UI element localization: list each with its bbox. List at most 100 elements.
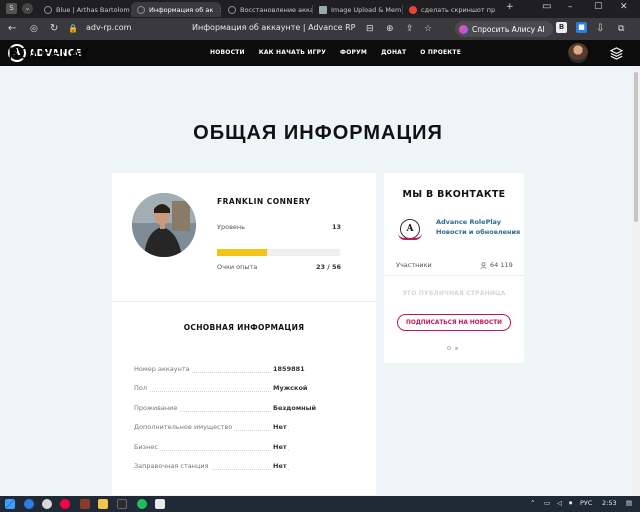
share-icon[interactable]: ⇪: [406, 23, 414, 35]
info-row-account-number: Номер аккаунта 1859881: [134, 365, 309, 375]
carousel-dot[interactable]: [447, 346, 451, 350]
info-row-residence: Проживание Бездомный: [134, 404, 317, 414]
microphone-icon[interactable]: ⏺: [569, 499, 572, 508]
info-value: Нет: [271, 462, 287, 470]
info-value: 1859881: [271, 365, 305, 373]
main-nav: НОВОСТИ КАК НАЧАТЬ ИГРУ ФОРУМ ДОНАТ О ПР…: [210, 49, 461, 56]
info-key: Проживание: [134, 404, 180, 412]
layers-icon[interactable]: [610, 47, 623, 60]
sidebar-toggle-icon[interactable]: ⧉: [618, 23, 624, 35]
chrome-icon[interactable]: [42, 499, 52, 509]
bookmark-page-icon[interactable]: ⊟: [366, 23, 374, 35]
browser-menu-icon[interactable]: S: [6, 3, 17, 14]
vk-public-note: ЭТО ПУБЛИЧНАЯ СТРАНИЦА: [402, 290, 506, 297]
url-text[interactable]: adv-rp.com: [86, 23, 131, 32]
tab-blue-arthas[interactable]: Blue | Arthas Bartolom: [38, 2, 130, 17]
windows-start-icon[interactable]: [5, 499, 15, 509]
tab-label: Blue | Arthas Bartolom: [56, 5, 130, 14]
info-key: Заправочная станция: [134, 462, 211, 470]
bookmark-icon[interactable]: ▭: [542, 1, 551, 12]
nav-forum[interactable]: ФОРУМ: [340, 49, 367, 56]
app-icon-green[interactable]: [137, 499, 147, 509]
alice-ai-button[interactable]: Спросить Алису AI: [455, 21, 553, 37]
dotted-leader: [134, 391, 289, 392]
maximize-icon[interactable]: ▢: [594, 1, 603, 11]
tabs-list-chevron-icon[interactable]: ⌄: [22, 3, 33, 14]
page-heading: ОБЩАЯ ИНФОРМАЦИЯ: [193, 122, 443, 144]
card-divider: [112, 301, 376, 302]
tab-screenshot-search[interactable]: сделать скриншот пр: [403, 2, 499, 17]
carousel-dot-active[interactable]: [455, 346, 458, 350]
reload-icon[interactable]: ↻: [50, 23, 58, 35]
tab-account-recovery[interactable]: Восстановление акка: [222, 2, 312, 17]
level-label: Уровень: [217, 223, 245, 231]
scrollbar-thumb[interactable]: [634, 72, 638, 222]
player-portrait-icon: [132, 193, 196, 257]
page-scrollbar[interactable]: [632, 66, 640, 496]
tab-close-icon[interactable]: ×: [219, 6, 221, 14]
nav-about[interactable]: О ПРОЕКТЕ: [420, 49, 461, 56]
yandex-browser-icon[interactable]: [60, 499, 70, 509]
tab-label: Восстановление акка: [240, 5, 312, 14]
protect-icon[interactable]: ◎: [30, 23, 38, 35]
clock[interactable]: 2:53: [602, 499, 617, 507]
vk-members[interactable]: 64 119: [480, 261, 513, 269]
info-key: Пол: [134, 384, 150, 392]
page-title-text: Информация об аккаунте | Advance RP: [192, 23, 356, 32]
nav-how-to-start[interactable]: КАК НАЧАТЬ ИГРУ: [259, 49, 326, 56]
info-value: Бездомный: [271, 404, 317, 412]
extension-blue-icon[interactable]: ■: [576, 22, 587, 33]
subscribe-news-button[interactable]: ПОДПИСАТЬСЯ НА НОВОСТИ: [397, 314, 511, 331]
tab-favicon-icon: [137, 5, 145, 14]
tab-favicon-icon: [409, 5, 417, 14]
tab-label: сделать скриншот пр: [421, 5, 496, 14]
player-avatar: [132, 193, 196, 257]
info-key: Бизнес: [134, 443, 160, 451]
vk-carousel-dots: [447, 346, 458, 350]
info-value: Мужской: [271, 384, 308, 392]
info-row-gender: Пол Мужской: [134, 384, 309, 394]
lock-icon: 🔒: [68, 24, 78, 33]
tray-chevron-icon[interactable]: ⌃: [530, 499, 535, 507]
new-tab-icon[interactable]: +: [506, 2, 514, 12]
minimize-icon[interactable]: –: [568, 2, 573, 12]
volume-icon[interactable]: ◁: [557, 499, 562, 507]
network-icon[interactable]: ▭: [544, 499, 550, 507]
extension-b-icon[interactable]: B: [556, 22, 567, 33]
close-window-icon[interactable]: ✕: [620, 2, 628, 12]
file-explorer-icon[interactable]: [98, 499, 108, 509]
player-name: FRANKLIN CONNERY: [217, 197, 311, 206]
user-icon: [480, 261, 487, 269]
app-icon-dark[interactable]: [117, 499, 127, 509]
vk-members-count: 64 119: [490, 261, 513, 269]
xp-label: Очки опыта: [217, 263, 258, 271]
info-row-business: Бизнес Нет: [134, 443, 309, 453]
vk-widget: МЫ В ВКОНТАКТЕ A Advance RolePlay Новост…: [384, 173, 524, 363]
vk-members-label: Участники: [396, 261, 432, 269]
nav-news[interactable]: НОВОСТИ: [210, 49, 245, 56]
nav-donate[interactable]: ДОНАТ: [381, 49, 406, 56]
back-icon[interactable]: ←: [8, 23, 16, 35]
downloads-icon[interactable]: ⇩: [596, 23, 604, 35]
vk-group-subtitle: Новости и обновления: [436, 228, 521, 236]
taskbar: ⌃ ▭ ◁ ⏺ РУС 2:53 ▤: [0, 496, 640, 512]
vk-group-name[interactable]: Advance RolePlay: [436, 218, 501, 226]
app-icon-light[interactable]: [155, 499, 165, 509]
tab-image-upload[interactable]: Image Upload & Meme: [313, 2, 401, 17]
keyboard-layout[interactable]: РУС: [580, 499, 592, 507]
tab-account-info[interactable]: Информация об ак ×: [131, 2, 221, 17]
notifications-icon[interactable]: ▤: [626, 499, 632, 507]
xp-progress-bar: [217, 249, 340, 256]
vk-logo-swoosh: [398, 233, 422, 240]
edge-icon[interactable]: [24, 499, 34, 509]
level-value: 13: [332, 223, 342, 231]
add-bookmark-icon[interactable]: ⊕: [386, 23, 394, 35]
tab-favicon-icon: [44, 5, 52, 14]
info-key: Номер аккаунта: [134, 365, 192, 373]
alice-label: Спросить Алису AI: [472, 24, 545, 34]
info-row-extra-property: Дополнительное имущество Нет: [134, 423, 309, 433]
user-avatar[interactable]: [568, 43, 588, 63]
app-icon-brown[interactable]: [80, 499, 90, 509]
alice-icon: [459, 24, 468, 34]
favorite-icon[interactable]: ☆: [424, 23, 432, 35]
